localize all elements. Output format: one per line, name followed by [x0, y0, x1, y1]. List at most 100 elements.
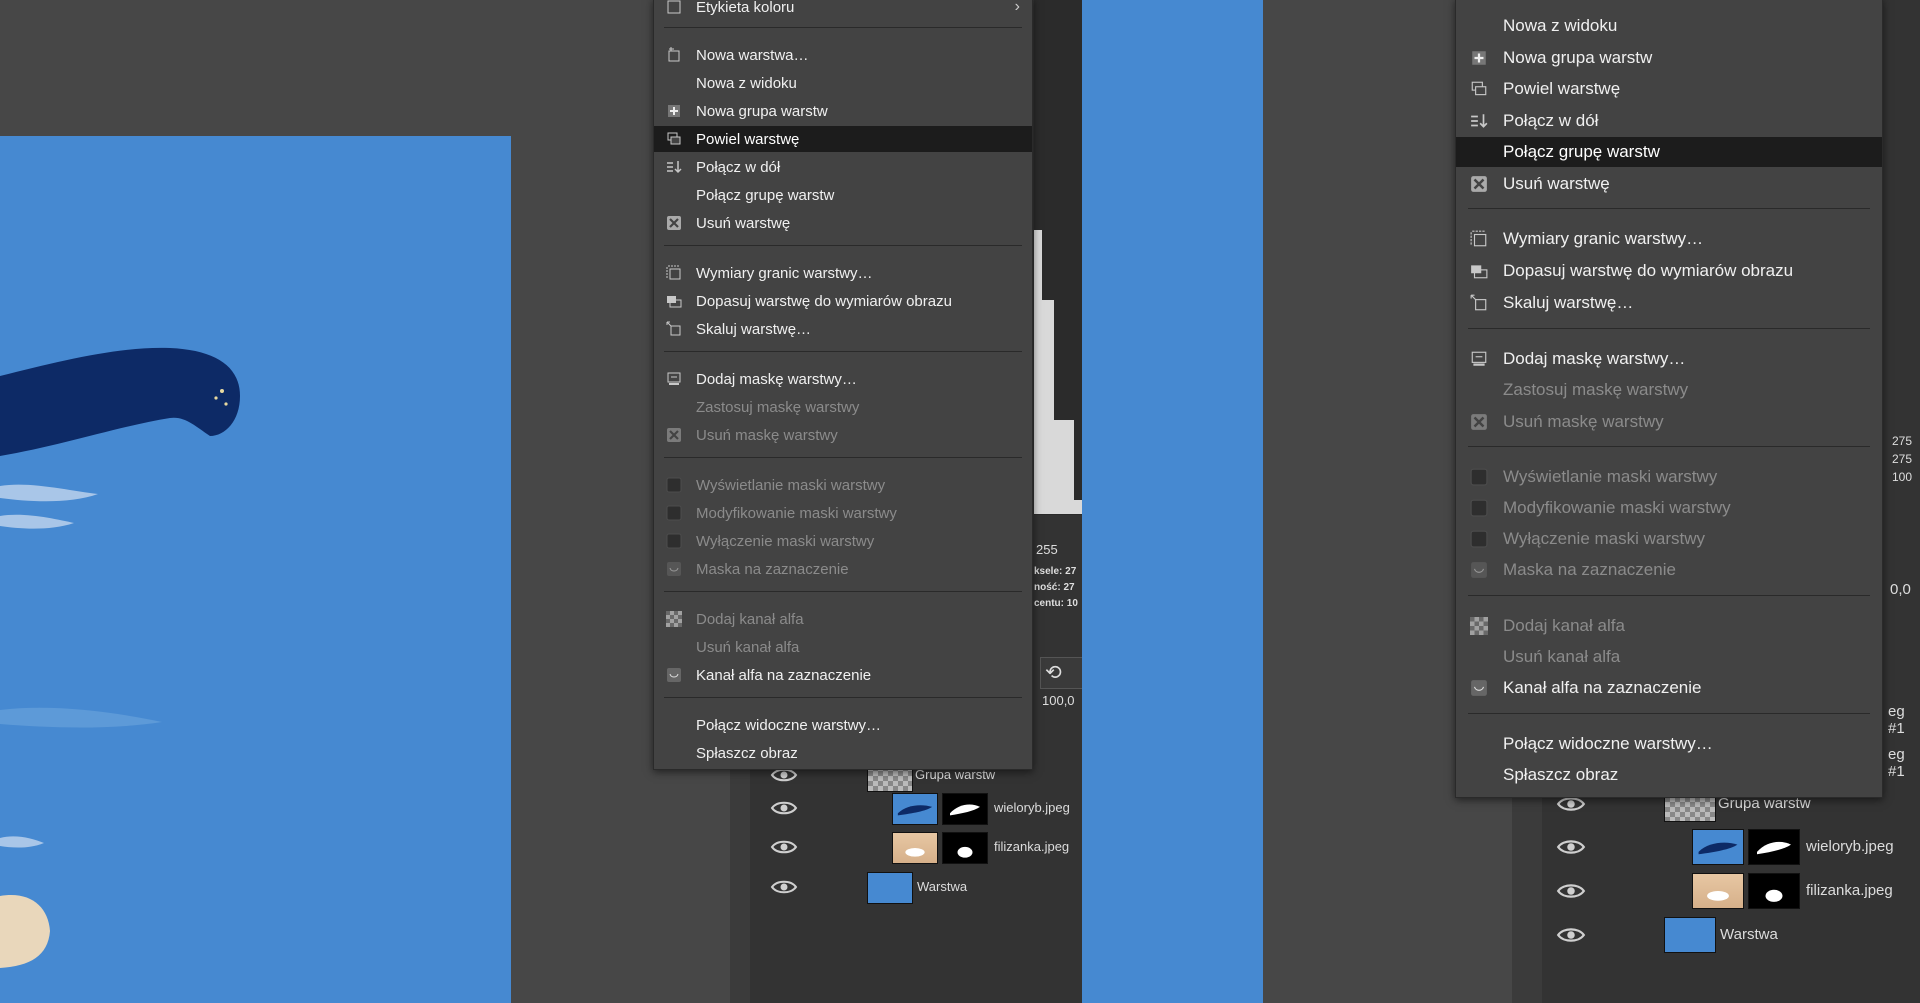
- menu-item-wymiary-granic-warstwy[interactable]: Wymiary granic warstwy…: [1456, 224, 1882, 254]
- menu-separator: [664, 697, 1022, 698]
- layer-name[interactable]: Warstwa: [1720, 926, 1778, 943]
- menu-item-skaluj-warstwe[interactable]: Skaluj warstwę…: [1456, 288, 1882, 318]
- layer-name[interactable]: wieloryb.jpeg: [994, 800, 1070, 815]
- menu-item-dopasuj-warstwe-do-wymiarow-obrazu[interactable]: Dopasuj warstwę do wymiarów obrazu: [1456, 256, 1882, 286]
- menu-separator: [664, 351, 1022, 352]
- pointer-info-right: 275 275 100: [1892, 434, 1913, 484]
- menu-item-maska-na-zaznaczenie[interactable]: Maska na zaznaczenie: [654, 556, 1032, 582]
- scale-layer-icon: [1467, 294, 1491, 312]
- visibility-eye-icon[interactable]: [1556, 925, 1586, 950]
- menu-item-wyswietlanie-maski-warstwy[interactable]: Wyświetlanie maski warstwy: [654, 472, 1032, 498]
- layer-thumbnail[interactable]: [892, 832, 938, 864]
- delete-icon: [664, 427, 684, 443]
- visibility-eye-icon[interactable]: [770, 878, 798, 901]
- layer-name[interactable]: Warstwa: [917, 879, 967, 894]
- canvas-image[interactable]: [0, 136, 511, 1003]
- menu-item-polacz-w-dol[interactable]: Połącz w dół: [654, 154, 1032, 180]
- menu-item-label: Usuń maskę warstwy: [1503, 412, 1664, 431]
- visibility-eye-icon[interactable]: [770, 838, 798, 861]
- menu-item-label: Nowa grupa warstw: [696, 102, 828, 120]
- menu-item-label: Dodaj maskę warstwy…: [1503, 349, 1686, 368]
- checkbox-icon: [1467, 468, 1491, 486]
- canvas-strip[interactable]: [1082, 0, 1263, 1003]
- mask-selection-icon: [1467, 679, 1491, 697]
- opacity-value-right[interactable]: 0,0: [1890, 581, 1911, 598]
- layer-thumbnail[interactable]: [892, 793, 938, 825]
- menu-item-dopasuj-warstwe-do-wymiarow-obrazu[interactable]: Dopasuj warstwę do wymiarów obrazu: [654, 288, 1032, 314]
- menu-item-label: Nowa warstwa…: [696, 46, 809, 64]
- menu-item-zastosuj-maske-warstwy[interactable]: Zastosuj maskę warstwy: [1456, 375, 1882, 405]
- menu-item-splaszcz-obraz[interactable]: Spłaszcz obraz: [1456, 760, 1882, 790]
- menu-item-label: Dopasuj warstwę do wymiarów obrazu: [1503, 261, 1794, 280]
- menu-item-etykieta-koloru[interactable]: Etykieta koloru ›: [654, 0, 1032, 20]
- menu-item-usun-maske-warstwy[interactable]: Usuń maskę warstwy: [654, 422, 1032, 448]
- menu-item-dodaj-maske-warstwy[interactable]: Dodaj maskę warstwy…: [654, 366, 1032, 392]
- menu-item-label: Połącz widoczne warstwy…: [1503, 734, 1713, 753]
- menu-item-label: Powiel warstwę: [1503, 79, 1621, 98]
- layer-name[interactable]: filizanka.jpeg: [994, 839, 1069, 854]
- layer-thumbnail[interactable]: [1664, 917, 1716, 953]
- menu-item-usun-kanal-alfa[interactable]: Usuń kanał alfa: [654, 634, 1032, 660]
- layer-mask-thumbnail[interactable]: [1748, 829, 1800, 865]
- alpha-icon: [664, 611, 684, 627]
- layer-mask-thumbnail[interactable]: [1748, 873, 1800, 909]
- menu-item-label: Nowa grupa warstw: [1503, 48, 1653, 67]
- menu-separator: [1468, 208, 1870, 209]
- visibility-eye-icon[interactable]: [1556, 837, 1586, 862]
- menu-item-kanal-alfa-na-zaznaczenie[interactable]: Kanał alfa na zaznaczenie: [1456, 673, 1882, 703]
- menu-item-modyfikowanie-maski-warstwy[interactable]: Modyfikowanie maski warstwy: [1456, 493, 1882, 523]
- menu-item-label: Kanał alfa na zaznaczenie: [1503, 678, 1702, 697]
- menu-item-polacz-w-dol[interactable]: Połącz w dół: [1456, 106, 1882, 136]
- menu-separator: [1468, 595, 1870, 596]
- menu-item-label: Spłaszcz obraz: [1503, 765, 1619, 784]
- menu-item-dodaj-maske-warstwy[interactable]: Dodaj maskę warstwy…: [1456, 344, 1882, 374]
- menu-item-usun-warstwe[interactable]: Usuń warstwę: [654, 210, 1032, 236]
- layer-mask-thumbnail[interactable]: [942, 793, 988, 825]
- menu-item-nowa-grupa-warstw[interactable]: Nowa grupa warstw: [1456, 43, 1882, 73]
- menu-item-dodaj-kanal-alfa[interactable]: Dodaj kanał alfa: [654, 606, 1032, 632]
- reset-icon[interactable]: ⟲: [1045, 660, 1062, 685]
- layer-thumbnail[interactable]: [1692, 829, 1744, 865]
- layer-thumbnail[interactable]: [867, 872, 913, 904]
- menu-item-usun-maske-warstwy[interactable]: Usuń maskę warstwy: [1456, 407, 1882, 437]
- menu-item-nowa-warstwa[interactable]: Nowa warstwa…: [654, 42, 1032, 68]
- menu-item-polacz-widoczne-warstwy[interactable]: Połącz widoczne warstwy…: [654, 712, 1032, 738]
- opacity-value[interactable]: 100,0: [1042, 693, 1075, 708]
- menu-item-polacz-grupe-warstw[interactable]: Połącz grupę warstw: [654, 182, 1032, 208]
- menu-item-usun-warstwe[interactable]: Usuń warstwę: [1456, 169, 1882, 199]
- menu-item-wyswietlanie-maski-warstwy[interactable]: Wyświetlanie maski warstwy: [1456, 462, 1882, 492]
- menu-item-nowa-grupa-warstw[interactable]: Nowa grupa warstw: [654, 98, 1032, 124]
- menu-item-splaszcz-obraz[interactable]: Spłaszcz obraz: [654, 740, 1032, 766]
- visibility-eye-icon[interactable]: [1556, 881, 1586, 906]
- menu-item-label: Wyłączenie maski warstwy: [696, 532, 875, 550]
- layer-name[interactable]: wieloryb.jpeg: [1806, 838, 1894, 855]
- new-layer-icon: [664, 47, 684, 63]
- layer-name[interactable]: filizanka.jpeg: [1806, 882, 1893, 899]
- menu-item-powiel-warstwe[interactable]: Powiel warstwę: [654, 126, 1032, 152]
- menu-separator: [664, 591, 1022, 592]
- delete-icon: [1467, 413, 1491, 431]
- menu-item-wylaczenie-maski-warstwy[interactable]: Wyłączenie maski warstwy: [1456, 524, 1882, 554]
- menu-item-modyfikowanie-maski-warstwy[interactable]: Modyfikowanie maski warstwy: [654, 500, 1032, 526]
- menu-item-label: Połącz w dół: [696, 158, 781, 176]
- menu-item-polacz-widoczne-warstwy[interactable]: Połącz widoczne warstwy…: [1456, 729, 1882, 759]
- menu-item-powiel-warstwe[interactable]: Powiel warstwę: [1456, 74, 1882, 104]
- delete-icon: [664, 215, 684, 231]
- menu-item-kanal-alfa-na-zaznaczenie[interactable]: Kanał alfa na zaznaczenie: [654, 662, 1032, 688]
- layer-thumbnail[interactable]: [1692, 873, 1744, 909]
- menu-item-nowa-z-widoku[interactable]: Nowa z widoku: [654, 70, 1032, 96]
- menu-item-maska-na-zaznaczenie[interactable]: Maska na zaznaczenie: [1456, 555, 1882, 585]
- layer-to-image-icon: [1467, 262, 1491, 280]
- menu-item-usun-kanal-alfa[interactable]: Usuń kanał alfa: [1456, 642, 1882, 672]
- menu-item-zastosuj-maske-warstwy[interactable]: Zastosuj maskę warstwy: [654, 394, 1032, 420]
- menu-item-skaluj-warstwe[interactable]: Skaluj warstwę…: [654, 316, 1032, 342]
- menu-item-label: Usuń warstwę: [696, 214, 791, 232]
- visibility-eye-icon[interactable]: [770, 799, 798, 822]
- menu-item-nowa-z-widoku[interactable]: Nowa z widoku: [1456, 11, 1882, 41]
- layer-mask-thumbnail[interactable]: [942, 832, 988, 864]
- delete-icon: [1467, 175, 1491, 193]
- menu-item-dodaj-kanal-alfa[interactable]: Dodaj kanał alfa: [1456, 611, 1882, 641]
- menu-item-wymiary-granic-warstwy[interactable]: Wymiary granic warstwy…: [654, 260, 1032, 286]
- menu-item-wylaczenie-maski-warstwy[interactable]: Wyłączenie maski warstwy: [654, 528, 1032, 554]
- menu-item-polacz-grupe-warstw[interactable]: Połącz grupę warstw: [1456, 137, 1882, 167]
